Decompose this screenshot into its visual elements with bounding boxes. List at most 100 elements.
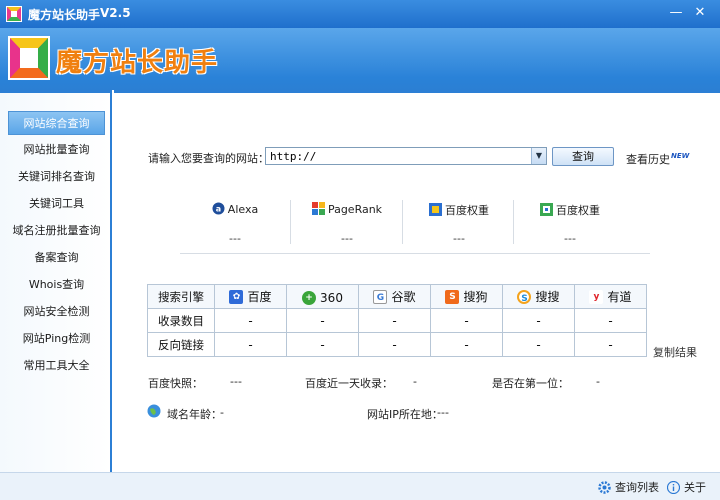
sidebar-item-domain-batch[interactable]: 域名注册批量查询 <box>8 219 105 243</box>
domain-age-label: 域名年龄： <box>167 408 222 421</box>
new-badge: NEW <box>671 152 690 160</box>
divider <box>290 200 291 244</box>
info-icon <box>667 480 680 494</box>
domain-age-value: - <box>220 406 224 419</box>
rank-name: 百度权重 <box>445 204 489 217</box>
rank-baidu-weight-alt: 百度权重 --- <box>515 200 625 246</box>
url-input[interactable] <box>265 147 547 165</box>
chevron-down-icon[interactable]: ▼ <box>531 148 546 164</box>
app-icon <box>6 6 22 22</box>
app-header: 魔方站长助手 <box>0 28 720 90</box>
query-list-label: 查询列表 <box>615 481 659 494</box>
copy-results-link[interactable]: 复制结果 <box>653 344 697 360</box>
row-header: 搜索引擎 <box>147 284 215 309</box>
pagerank-icon <box>311 202 325 215</box>
engine-name: 搜搜 <box>535 290 560 304</box>
engine-name: 谷歌 <box>391 290 416 304</box>
baidu-icon: ✿ <box>229 289 244 304</box>
sidebar-item-icp-query[interactable]: 备案查询 <box>8 246 105 270</box>
engine-name: 百度 <box>247 290 272 305</box>
table-cell: - <box>358 332 431 357</box>
rank-value: --- <box>341 232 353 245</box>
rank-value: --- <box>453 232 465 245</box>
rank-name: PageRank <box>327 203 383 216</box>
logo-text: 魔方站长助手 <box>56 48 219 78</box>
table-cell: - <box>502 308 575 333</box>
sidebar-item-keyword-tools[interactable]: 关键词工具 <box>8 192 105 216</box>
360-icon: + <box>302 290 317 305</box>
table-cell: - <box>286 332 359 357</box>
google-icon: G <box>373 289 388 304</box>
query-list-button[interactable]: 查询列表 <box>598 479 659 495</box>
rank-alexa: a Alexa --- <box>180 200 290 246</box>
rank-baidu-weight: 百度权重 --- <box>404 200 514 246</box>
rank-pagerank: PageRank --- <box>292 200 402 246</box>
engine-baidu: ✿ 百度 <box>214 284 287 309</box>
sidebar-item-whois[interactable]: Whois查询 <box>8 273 105 297</box>
query-button[interactable]: 查询 <box>552 147 614 166</box>
logo-cube-icon <box>8 36 50 80</box>
table-row: 搜索引擎 ✿ 百度 +360 G 谷歌 S 搜狗 S 搜搜 y 有道 <box>147 284 647 309</box>
table-cell: - <box>286 308 359 333</box>
sogou-icon: S <box>445 289 460 304</box>
baidu-weight-icon <box>429 203 442 216</box>
baidu-snapshot-value: --- <box>230 375 242 388</box>
ip-location-label: 网站IP所在地： <box>367 408 443 421</box>
youdao-icon: y <box>589 289 604 304</box>
url-label: 请输入您要查询的网站： <box>148 152 269 165</box>
table-row: 反向链接 - - - - - - <box>147 332 647 357</box>
about-button[interactable]: 关于 <box>667 479 706 495</box>
globe-icon <box>147 404 161 418</box>
first-position-value: - <box>596 375 600 388</box>
table-cell: - <box>214 332 287 357</box>
window-version: V2.5 <box>100 6 131 20</box>
engine-360: +360 <box>286 284 359 309</box>
engine-soso: S 搜搜 <box>502 284 575 309</box>
soso-icon: S <box>517 289 532 304</box>
close-button[interactable]: ✕ <box>690 4 710 22</box>
table-cell: - <box>574 308 647 333</box>
sidebar-item-ping[interactable]: 网站Ping检测 <box>8 327 105 351</box>
baidu-snapshot-label: 百度快照： <box>148 377 203 390</box>
alexa-icon: a <box>212 202 225 215</box>
baidu-day-value: - <box>413 375 417 388</box>
baidu-day-label: 百度近一天收录： <box>305 377 393 390</box>
sidebar-item-keyword-rank[interactable]: 关键词排名查询 <box>8 165 105 189</box>
sidebar-item-site-overview[interactable]: 网站综合查询 <box>8 111 105 135</box>
rank-value: --- <box>564 232 576 245</box>
ip-location-value: --- <box>437 406 449 419</box>
gear-icon <box>598 480 611 494</box>
engine-table: 搜索引擎 ✿ 百度 +360 G 谷歌 S 搜狗 S 搜搜 y 有道 收录数目 - - -… <box>147 284 647 357</box>
table-cell: - <box>574 332 647 357</box>
table-row: 收录数目 - - - - - - <box>147 308 647 333</box>
rank-name: 百度权重 <box>556 204 600 217</box>
divider <box>402 200 403 244</box>
sidebar-item-batch-query[interactable]: 网站批量查询 <box>8 138 105 162</box>
engine-name: 搜狗 <box>463 290 488 305</box>
engine-name: 360 <box>320 290 343 305</box>
minimize-button[interactable]: — <box>666 4 686 22</box>
first-position-label: 是否在第一位： <box>492 377 569 390</box>
rank-value: --- <box>229 232 241 245</box>
divider <box>513 200 514 244</box>
engine-google: G 谷歌 <box>358 284 431 309</box>
rank-name: Alexa <box>227 203 259 216</box>
baidu-weight-alt-icon <box>540 203 553 216</box>
about-label: 关于 <box>684 481 706 494</box>
history-link[interactable]: 查看历史 <box>626 151 670 167</box>
table-cell: - <box>502 332 575 357</box>
window-title: 魔方站长助手 <box>28 8 101 22</box>
svg-text:a: a <box>216 205 221 214</box>
engine-youdao: y 有道 <box>574 284 647 309</box>
row-header: 反向链接 <box>147 332 215 357</box>
table-cell: - <box>430 308 503 333</box>
row-header: 收录数目 <box>147 308 215 333</box>
engine-name: 有道 <box>607 290 632 305</box>
rank-stats: a Alexa --- PageRank --- 百度权重 --- 百度权重 --… <box>180 200 650 254</box>
sidebar-item-security[interactable]: 网站安全检测 <box>8 300 105 324</box>
table-cell: - <box>358 308 431 333</box>
title-bar: 魔方站长助手 V2.5 — ✕ <box>0 0 720 28</box>
table-cell: - <box>214 308 287 333</box>
engine-sogou: S 搜狗 <box>430 284 503 309</box>
sidebar-item-tools[interactable]: 常用工具大全 <box>8 354 105 378</box>
